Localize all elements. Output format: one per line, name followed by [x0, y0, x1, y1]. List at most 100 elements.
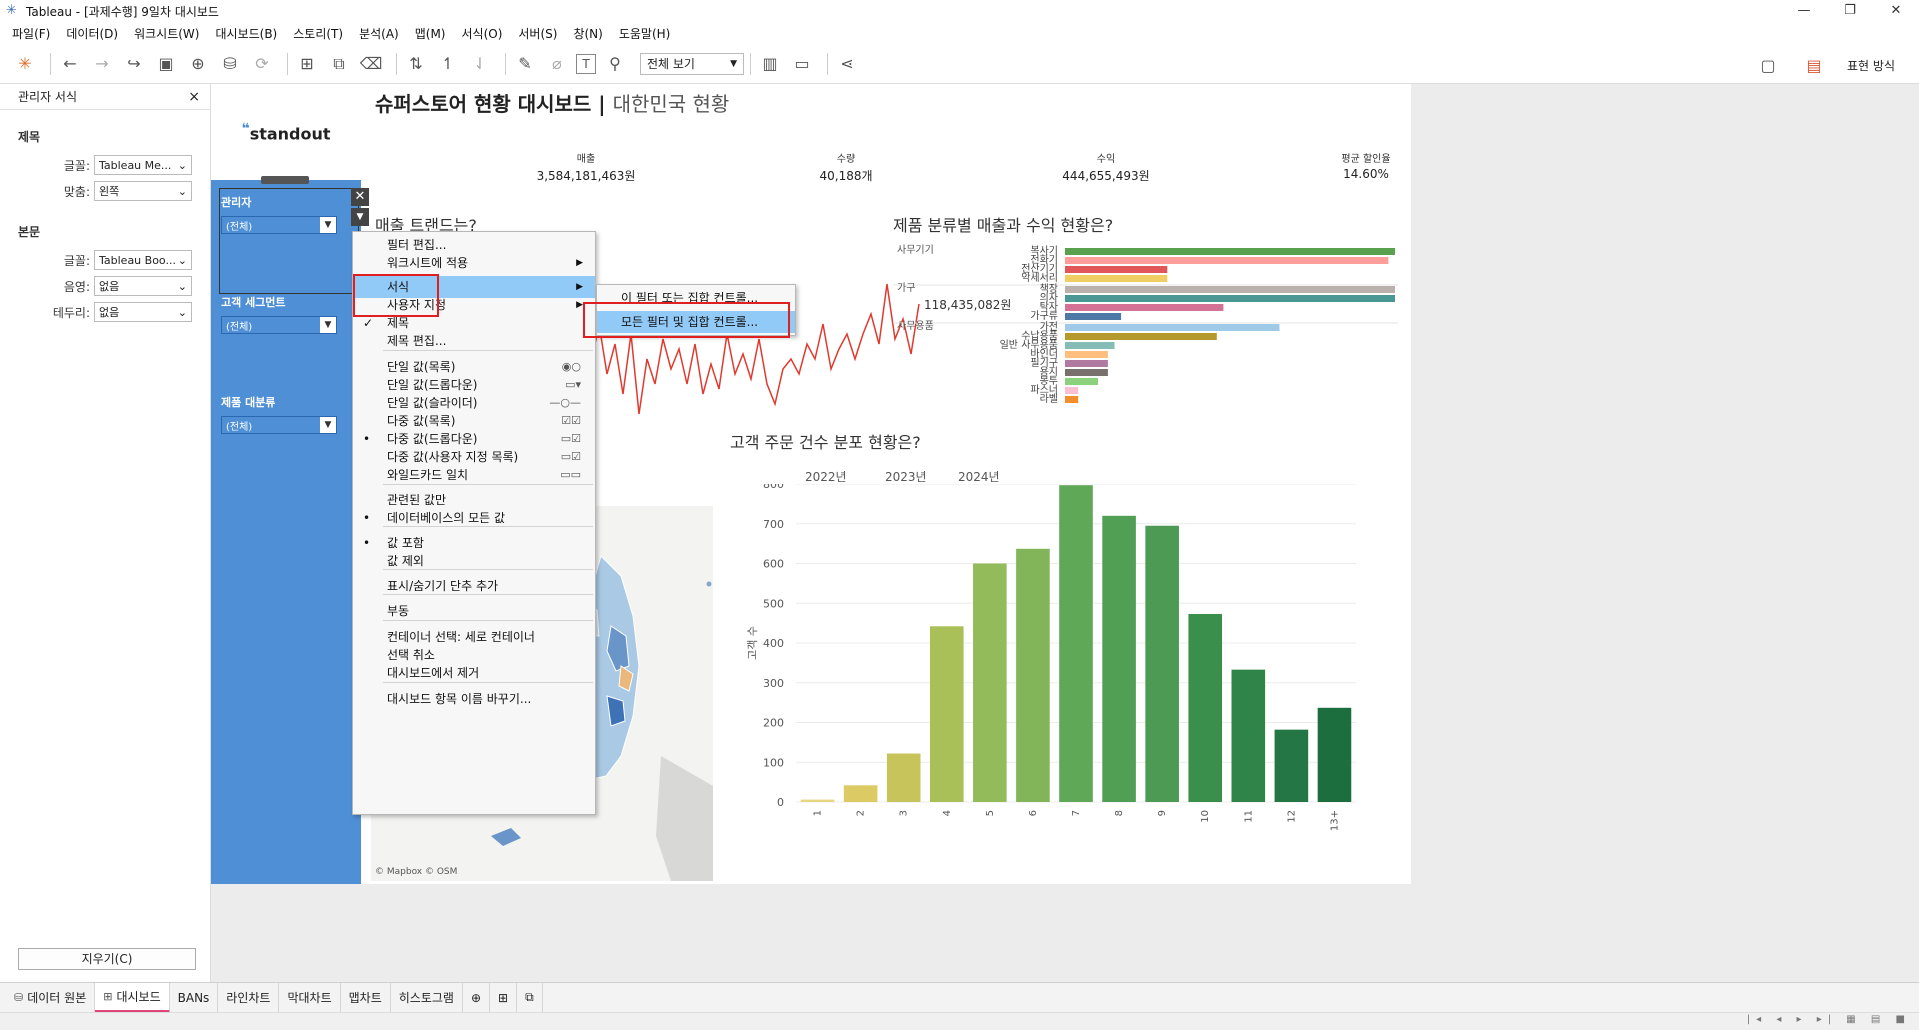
- product-bar[interactable]: [1065, 248, 1395, 255]
- new-story-tab-icon[interactable]: ⧉: [517, 982, 543, 1013]
- pin-icon[interactable]: ⚲: [602, 51, 628, 77]
- histogram-bar[interactable]: [886, 753, 921, 802]
- product-bar[interactable]: [1065, 360, 1108, 367]
- sort-asc-icon[interactable]: ↿: [435, 51, 461, 77]
- product-bar[interactable]: [1065, 286, 1395, 293]
- histogram-bar[interactable]: [1231, 669, 1266, 802]
- menu-data[interactable]: 데이터(D): [58, 25, 126, 42]
- undo-icon[interactable]: ←: [57, 51, 83, 77]
- histogram-bar[interactable]: [1317, 707, 1352, 802]
- context-menu-item[interactable]: 값 제외: [353, 550, 595, 572]
- clear-sheet-icon[interactable]: ⌫: [358, 51, 384, 77]
- clear-button[interactable]: 지우기(C): [18, 948, 196, 970]
- duplicate-icon[interactable]: ⧉: [326, 51, 352, 77]
- shade-dropdown[interactable]: 없음 ⌄: [94, 276, 192, 296]
- context-menu-item[interactable]: 대시보드에서 제거: [353, 662, 595, 684]
- histogram-bar[interactable]: [1059, 485, 1093, 802]
- menu-map[interactable]: 맵(M): [407, 25, 454, 42]
- context-menu-item[interactable]: 제목 편집...: [353, 330, 595, 352]
- save-icon[interactable]: ▣: [153, 51, 179, 77]
- tab-datasource[interactable]: ⛁ 데이터 원본: [6, 982, 96, 1013]
- sheet-navigation-icons[interactable]: |◂ ◂ ▸ ▸| ▦ ▤ ■: [1747, 1014, 1911, 1025]
- title-align-dropdown[interactable]: 왼쪽 ⌄: [94, 181, 192, 201]
- product-bar[interactable]: [1065, 304, 1224, 311]
- menu-server[interactable]: 서버(S): [510, 25, 565, 42]
- tableau-home-icon[interactable]: ✳: [12, 51, 38, 77]
- histogram-bar[interactable]: [1188, 613, 1223, 802]
- product-bar[interactable]: [1065, 342, 1115, 349]
- histogram-bar[interactable]: [1102, 515, 1136, 802]
- show-me-icon[interactable]: ▤: [1801, 52, 1827, 78]
- context-menu-item[interactable]: 부동: [353, 600, 595, 622]
- menu-analysis[interactable]: 분석(A): [351, 25, 407, 42]
- fit-select[interactable]: 전체 보기 ▼: [640, 52, 744, 75]
- labels-icon[interactable]: T: [576, 53, 596, 74]
- histogram-chart[interactable]: 0100200300400500600700800고객 수1 2 3 4 5 6 7 8 9 10…: [736, 484, 1411, 879]
- group-icon[interactable]: ⌀: [544, 51, 570, 77]
- histogram-bar[interactable]: [843, 785, 878, 802]
- tab-dashboard[interactable]: ⊞ 대시보드: [95, 982, 170, 1013]
- context-menu-item[interactable]: 표시/숨기기 단추 추가: [353, 575, 595, 597]
- replay-icon[interactable]: ↪: [121, 51, 147, 77]
- context-menu-item[interactable]: 워크시트에 적용 ▶: [353, 252, 595, 274]
- product-bar[interactable]: [1065, 369, 1108, 376]
- context-menu-item[interactable]: 대시보드 항목 이름 바꾸기...: [353, 688, 595, 710]
- body-font-dropdown[interactable]: Tableau Boo... ⌄: [94, 250, 192, 270]
- product-bar[interactable]: [1065, 266, 1168, 273]
- product-bar[interactable]: [1065, 295, 1395, 302]
- context-menu-item[interactable]: 와일드카드 일치 ▭▭: [353, 464, 595, 486]
- container-grip-handle[interactable]: [261, 176, 309, 184]
- product-bar[interactable]: [1065, 333, 1217, 340]
- tab-bans[interactable]: BANs: [170, 982, 219, 1013]
- refresh-icon[interactable]: ⟳: [249, 51, 275, 77]
- product-bar[interactable]: [1065, 275, 1168, 282]
- product-bar[interactable]: [1065, 257, 1389, 264]
- histogram-bar[interactable]: [1145, 525, 1179, 802]
- product-bar[interactable]: [1065, 378, 1098, 385]
- close-icon[interactable]: ×: [188, 89, 200, 105]
- minimize-icon[interactable]: —: [1781, 0, 1827, 22]
- filter-category-dropdown[interactable]: (전체) ▼: [221, 416, 337, 434]
- histogram-bar[interactable]: [1274, 729, 1309, 802]
- sort-desc-icon[interactable]: ⇃: [467, 51, 493, 77]
- menu-dashboard[interactable]: 대시보드(B): [207, 25, 285, 42]
- filter-segment-dropdown[interactable]: (전체) ▼: [221, 316, 337, 334]
- menu-window[interactable]: 창(N): [565, 25, 610, 42]
- histogram-bar[interactable]: [1016, 548, 1050, 802]
- product-bar[interactable]: [1065, 324, 1280, 331]
- context-menu-item[interactable]: • 데이터베이스의 모든 값: [353, 507, 595, 529]
- border-dropdown[interactable]: 없음 ⌄: [94, 302, 192, 322]
- product-bar[interactable]: [1065, 313, 1122, 320]
- close-icon[interactable]: ✕: [1873, 0, 1919, 22]
- product-bar[interactable]: [1065, 396, 1079, 403]
- presentation-icon[interactable]: ▭: [789, 51, 815, 77]
- product-bar[interactable]: [1065, 351, 1108, 358]
- product-bar[interactable]: [1065, 387, 1079, 394]
- maximize-icon[interactable]: ❐: [1827, 0, 1873, 22]
- show-me-label[interactable]: 표현 방식: [1847, 57, 1895, 74]
- new-worksheet-tab-icon[interactable]: ⊕: [463, 982, 491, 1013]
- swap-icon[interactable]: ⇅: [403, 51, 429, 77]
- paint-format-icon[interactable]: ▢: [1755, 52, 1781, 78]
- new-worksheet-icon[interactable]: ⊞: [294, 51, 320, 77]
- new-datasource-icon[interactable]: ⊕: [185, 51, 211, 77]
- tab-barchart[interactable]: 막대차트: [279, 982, 341, 1013]
- menu-format[interactable]: 서식(O): [454, 25, 511, 42]
- tab-mapchart[interactable]: 맵차트: [341, 982, 391, 1013]
- histogram-bar[interactable]: [973, 563, 1007, 803]
- highlight-icon[interactable]: ✎: [512, 51, 538, 77]
- menu-worksheet[interactable]: 워크시트(W): [126, 25, 207, 42]
- menu-help[interactable]: 도움말(H): [611, 25, 679, 42]
- menu-story[interactable]: 스토리(T): [285, 25, 351, 42]
- selected-filter-outline[interactable]: [219, 188, 359, 294]
- more-options-icon[interactable]: ▼: [351, 208, 369, 226]
- histogram-bar[interactable]: [929, 626, 964, 802]
- product-bar-chart[interactable]: 사무기기 복사기전화기전산기기악세서리가구 책장의자탁자가구류사무용품 가전수납용품일…: [893, 239, 1403, 479]
- tab-linechart[interactable]: 라인차트: [218, 982, 280, 1013]
- new-dashboard-tab-icon[interactable]: ⊞: [490, 982, 518, 1013]
- share-icon[interactable]: ⋖: [834, 51, 860, 77]
- pause-update-icon[interactable]: ⛁: [217, 51, 243, 77]
- title-font-dropdown[interactable]: Tableau Me... ⌄: [94, 155, 192, 175]
- show-cards-icon[interactable]: ▥: [757, 51, 783, 77]
- close-icon[interactable]: ✕: [351, 188, 369, 206]
